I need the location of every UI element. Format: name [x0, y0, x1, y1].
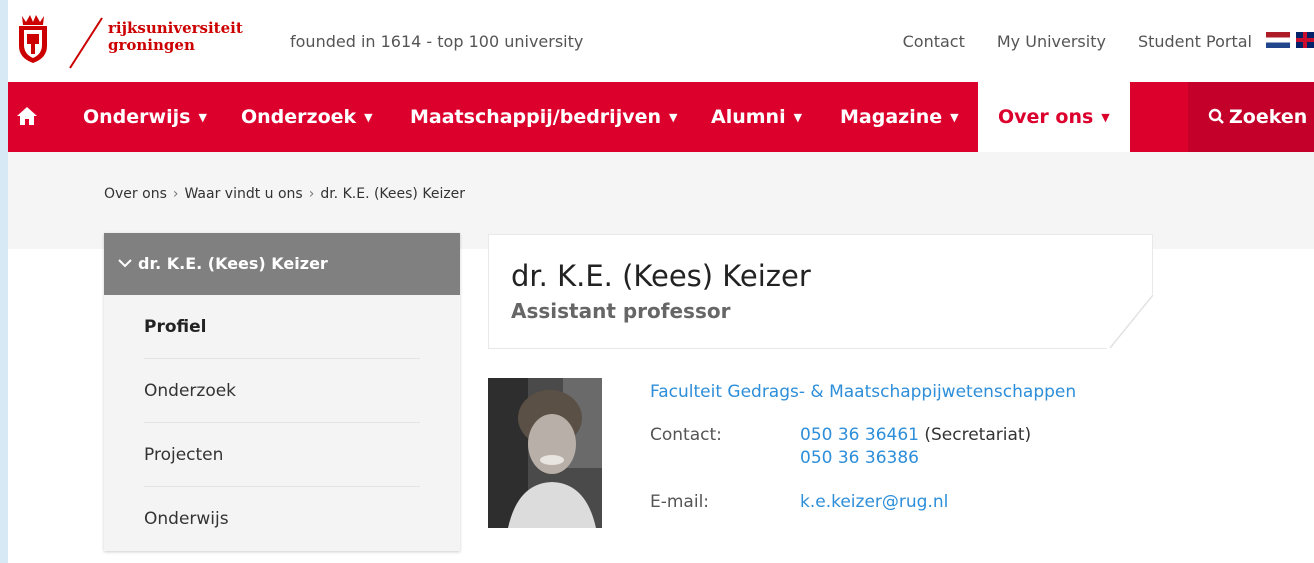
- phone-note: (Secretariat): [918, 425, 1032, 445]
- chevron-down-icon: [118, 233, 132, 295]
- nav-item-onderzoek[interactable]: Onderzoek ▼: [241, 82, 373, 152]
- chevron-down-icon: ▼: [364, 111, 373, 124]
- logo-slash-icon: [69, 17, 103, 69]
- contact-link[interactable]: Contact: [903, 32, 965, 51]
- sidebar-heading-label: dr. K.E. (Kees) Keizer: [138, 254, 328, 273]
- flag-uk-icon[interactable]: [1296, 32, 1314, 48]
- nav-item-label: Magazine: [840, 106, 943, 128]
- title-card: dr. K.E. (Kees) Keizer Assistant profess…: [488, 234, 1153, 349]
- nav-item-over-ons[interactable]: Over ons ▼: [978, 82, 1130, 152]
- nav-item-label: Over ons: [998, 106, 1094, 128]
- search-label: Zoeken: [1229, 106, 1308, 128]
- chevron-down-icon: ▼: [793, 111, 803, 124]
- phone-link-direct[interactable]: 050 36 36386: [800, 448, 919, 468]
- faculty-link[interactable]: Faculteit Gedrags- & Maatschappijwetensc…: [650, 382, 1076, 402]
- chevron-down-icon: ▼: [950, 111, 959, 124]
- breadcrumb-separator-icon: ›: [308, 186, 315, 202]
- contact-phone-row-2: 050 36 36386: [800, 448, 919, 468]
- crest-logo-icon[interactable]: [16, 12, 50, 64]
- logo-line2: groningen: [108, 36, 195, 54]
- chevron-down-icon: ▼: [669, 111, 678, 124]
- top-links: Contact My University Student Portal: [871, 32, 1314, 51]
- flag-nl-icon[interactable]: [1266, 32, 1290, 48]
- nav-item-label: Maatschappij/bedrijven: [410, 106, 661, 128]
- tagline: founded in 1614 - top 100 university: [290, 32, 584, 51]
- search-button[interactable]: Zoeken: [1188, 82, 1314, 152]
- search-icon: [1208, 108, 1224, 124]
- nav-item-onderwijs[interactable]: Onderwijs ▼: [83, 82, 207, 152]
- nav-item-label: Onderwijs: [83, 106, 191, 128]
- nav-item-label: Onderzoek: [241, 106, 357, 128]
- contact-label: Contact:: [650, 425, 722, 445]
- job-title: Assistant professor: [511, 299, 731, 323]
- card-fold-decoration: [1109, 295, 1154, 349]
- sidebar-item-profiel[interactable]: Profiel: [144, 295, 420, 359]
- student-portal-link[interactable]: Student Portal: [1138, 32, 1252, 51]
- breadcrumb-item[interactable]: Over ons: [104, 186, 167, 202]
- logo-line1: rijksuniversiteit: [108, 19, 243, 37]
- sidebar: dr. K.E. (Kees) Keizer Profiel Onderzoek…: [104, 233, 460, 551]
- top-bar: rijksuniversiteit groningen founded in 1…: [8, 0, 1314, 82]
- breadcrumb-current: dr. K.E. (Kees) Keizer: [320, 186, 466, 202]
- sidebar-item-onderwijs[interactable]: Onderwijs: [144, 487, 420, 551]
- chevron-down-icon: ▼: [1101, 111, 1110, 124]
- logo-wordmark[interactable]: rijksuniversiteit groningen: [108, 20, 243, 54]
- home-icon[interactable]: [16, 106, 38, 126]
- contact-phone-row: 050 36 36461 (Secretariat): [800, 425, 1031, 445]
- nav-item-magazine[interactable]: Magazine ▼: [840, 82, 959, 152]
- phone-link-secretariat[interactable]: 050 36 36461: [800, 425, 919, 445]
- nav-item-maatschappij[interactable]: Maatschappij/bedrijven ▼: [410, 82, 677, 152]
- sidebar-item-projecten[interactable]: Projecten: [144, 423, 420, 487]
- breadcrumb: Over ons › Waar vindt u ons › dr. K.E. (Kees…: [104, 186, 465, 202]
- nav-item-label: Alumni: [711, 106, 786, 128]
- sidebar-item-onderzoek[interactable]: Onderzoek: [144, 359, 420, 423]
- nav-item-alumni[interactable]: Alumni ▼: [711, 82, 802, 152]
- my-university-link[interactable]: My University: [997, 32, 1106, 51]
- sidebar-heading[interactable]: dr. K.E. (Kees) Keizer: [104, 233, 460, 295]
- main-nav: Onderwijs ▼ Onderzoek ▼ Maatschappij/bedri…: [8, 82, 1314, 152]
- page: rijksuniversiteit groningen founded in 1…: [8, 0, 1314, 563]
- email-row: k.e.keizer@rug.nl: [800, 492, 948, 512]
- email-label: E-mail:: [650, 492, 710, 512]
- chevron-down-icon: ▼: [198, 111, 207, 124]
- profile-photo: [488, 378, 602, 528]
- faculty-link-text[interactable]: Faculteit Gedrags- & Maatschappijwetensc…: [650, 382, 1076, 402]
- page-title: dr. K.E. (Kees) Keizer: [511, 259, 811, 293]
- email-link[interactable]: k.e.keizer@rug.nl: [800, 492, 948, 512]
- breadcrumb-item[interactable]: Waar vindt u ons: [184, 186, 302, 202]
- breadcrumb-separator-icon: ›: [172, 186, 179, 202]
